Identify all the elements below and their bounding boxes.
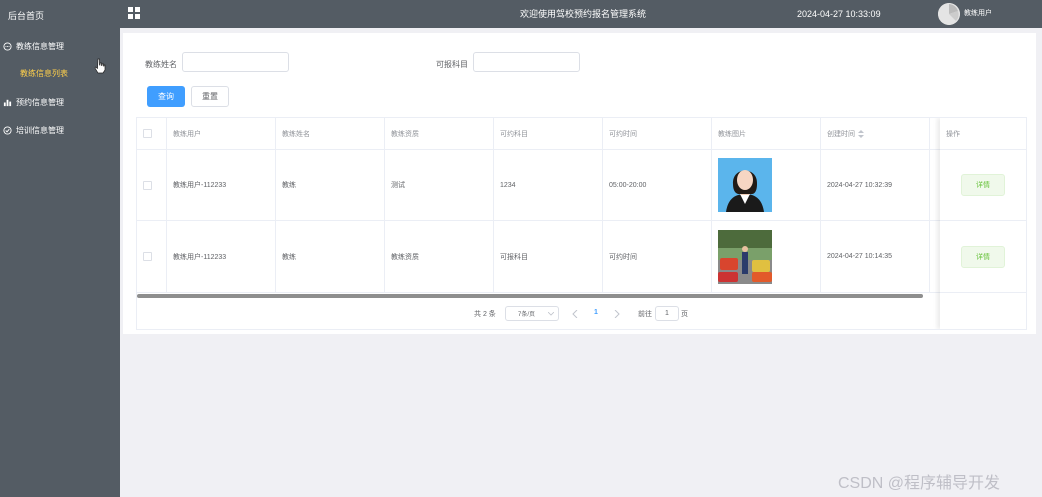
cell-subject: 1234 (494, 150, 603, 220)
detail-button[interactable]: 详情 (961, 174, 1005, 196)
detail-button[interactable]: 详情 (961, 245, 1005, 268)
operation-column: 操作 详情 详情 (940, 118, 1026, 329)
header-coach-name: 教练姓名 (276, 118, 385, 149)
row-checkbox[interactable] (143, 252, 152, 261)
page-suffix: 页 (681, 311, 688, 318)
avatar[interactable] (938, 3, 960, 25)
header-datetime: 2024-04-27 10:33:09 (797, 9, 881, 19)
page-number-current[interactable]: 1 (594, 309, 598, 316)
sort-icon[interactable] (858, 129, 864, 138)
user-avatar-icon (938, 3, 960, 25)
row-checkbox[interactable] (143, 180, 152, 190)
cell-coach-user: 教练用户-112233 (167, 221, 276, 292)
header-photo: 教练图片 (712, 118, 821, 149)
check-circle-icon (3, 125, 12, 135)
coach-name-label: 教练姓名 (145, 60, 177, 69)
cell-created: 2024-04-27 10:14:35 (821, 221, 930, 292)
sidebar-item-label: 教练信息管理 (16, 41, 64, 51)
select-all-cell (137, 118, 167, 149)
cell-photo (712, 221, 821, 292)
page-size-select[interactable]: 7条/页 (505, 306, 559, 321)
cell-subject: 可报科目 (494, 221, 603, 292)
chat-icon (3, 41, 12, 51)
cell-created: 2024-04-27 10:32:39 (821, 150, 930, 220)
top-header: 欢迎使用驾校预约报名管理系统 2024-04-27 10:33:09 教练用户 (120, 0, 1042, 28)
horizontal-scrollbar[interactable] (137, 294, 923, 298)
table-header: 教练用户 教练姓名 教练资质 可约科目 可约时间 教练图片 创建时间 (137, 118, 1026, 150)
header-qualification: 教练资质 (385, 118, 494, 149)
header-operation: 操作 (940, 118, 1026, 150)
goto-label: 前往 (638, 311, 652, 318)
main-content: 教练姓名 可报科目 查询 重置 教练用户 教练姓名 教练资质 可约科目 可约时间… (123, 33, 1036, 334)
subject-label: 可报科目 (436, 60, 468, 69)
goto-page-input[interactable]: 1 (655, 306, 679, 321)
header-username[interactable]: 教练用户 (964, 0, 992, 28)
sidebar-item-home[interactable]: 后台首页 (0, 0, 120, 32)
row-actions: 详情 (940, 150, 1026, 221)
table-row: 教练用户-112233 教练 教练资质 可报科目 可约时间 2024-04-27… (137, 221, 1026, 293)
sidebar-item-booking[interactable]: 预约信息管理 (0, 88, 120, 116)
subject-input[interactable] (473, 52, 580, 72)
header-coach-user: 教练用户 (167, 118, 276, 149)
cell-coach-user: 教练用户-112233 (167, 150, 276, 220)
grid-menu-icon[interactable] (128, 7, 140, 19)
row-select-cell (137, 150, 167, 220)
header-created[interactable]: 创建时间 (821, 118, 930, 149)
hand-cursor-icon (94, 58, 106, 74)
cell-coach-name: 教练 (276, 150, 385, 220)
prev-page-icon[interactable] (572, 310, 578, 318)
sidebar-item-training[interactable]: 培训信息管理 (0, 116, 120, 144)
pagination-total: 共 2 条 (474, 311, 496, 318)
chevron-down-icon (548, 312, 554, 316)
cell-qualification: 教练资质 (385, 221, 494, 292)
watermark: CSDN @程序辅导开发 (838, 475, 1001, 492)
coach-photo[interactable] (718, 229, 772, 284)
sidebar-item-label: 培训信息管理 (16, 125, 64, 135)
sidebar-item-coach-info[interactable]: 教练信息管理 (0, 32, 120, 60)
cell-photo (712, 150, 821, 220)
page-size-value: 7条/页 (518, 312, 536, 318)
select-all-checkbox[interactable] (143, 129, 152, 138)
cell-time: 可约时间 (603, 221, 712, 292)
row-select-cell (137, 221, 167, 292)
coach-name-input[interactable] (182, 52, 289, 72)
reset-button[interactable]: 重置 (191, 86, 229, 107)
cell-coach-name: 教练 (276, 221, 385, 292)
cell-time: 05:00-20:00 (603, 150, 712, 220)
bar-chart-icon (3, 99, 12, 106)
search-button[interactable]: 查询 (147, 86, 185, 107)
row-actions: 详情 (940, 221, 1026, 293)
coach-table: 教练用户 教练姓名 教练资质 可约科目 可约时间 教练图片 创建时间 教练用户-… (136, 117, 1027, 330)
cell-qualification: 测试 (385, 150, 494, 220)
header-created-label: 创建时间 (827, 130, 855, 138)
table-row: 教练用户-112233 教练 测试 1234 05:00-20:00 2024-… (137, 150, 1026, 221)
next-page-icon[interactable] (614, 310, 620, 318)
header-subject: 可约科目 (494, 118, 603, 149)
system-title: 欢迎使用驾校预约报名管理系统 (520, 9, 647, 19)
header-time: 可约时间 (603, 118, 712, 149)
coach-photo[interactable] (718, 158, 772, 212)
sidebar: 后台首页 教练信息管理 教练信息列表 预约信息管理 培训信息管理 (0, 0, 120, 497)
sidebar-item-label: 预约信息管理 (16, 97, 64, 107)
